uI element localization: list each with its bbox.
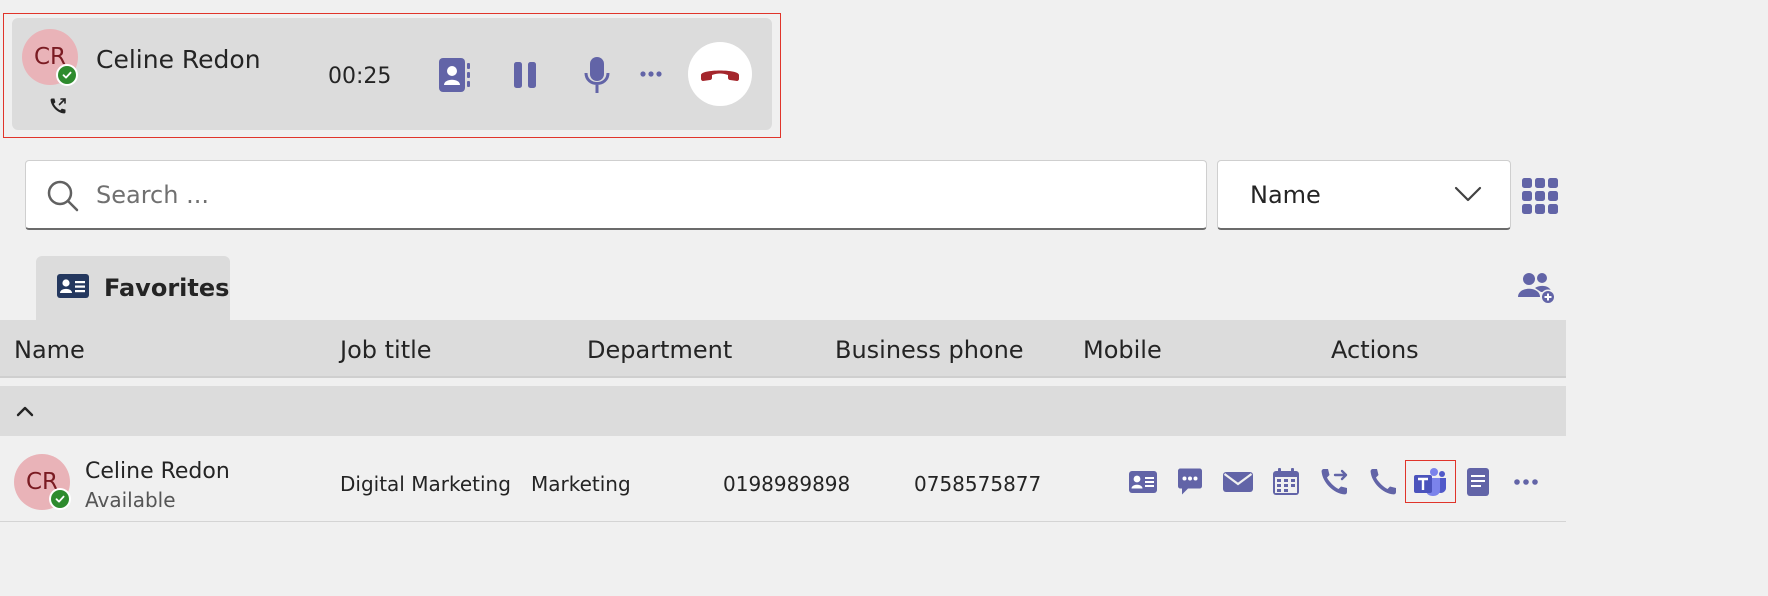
add-people-icon xyxy=(1518,273,1556,305)
email-button[interactable] xyxy=(1220,464,1256,500)
grid-icon xyxy=(1522,178,1558,214)
column-header-mobile[interactable]: Mobile xyxy=(1083,336,1162,364)
contact-job-title: Digital Marketing xyxy=(340,472,511,496)
contact-department: Marketing xyxy=(531,472,631,496)
more-icon xyxy=(640,71,662,77)
view-contact-card-button[interactable] xyxy=(1125,464,1161,500)
contact-business-phone[interactable]: 0198989898 xyxy=(723,472,850,496)
teams-button-highlight xyxy=(1405,460,1456,503)
schedule-meeting-button[interactable] xyxy=(1268,464,1304,500)
mute-button[interactable] xyxy=(578,54,616,96)
sort-selected-value: Name xyxy=(1250,181,1321,209)
microphone-icon xyxy=(584,57,610,93)
search-input[interactable] xyxy=(96,175,1176,215)
row-more-options-button[interactable] xyxy=(1508,464,1544,500)
transfer-call-icon xyxy=(1321,469,1348,495)
call-button[interactable] xyxy=(1364,464,1400,500)
contact-card-button[interactable] xyxy=(436,56,474,94)
presence-available-icon xyxy=(49,488,71,510)
chat-icon xyxy=(1178,468,1202,495)
active-call-panel: CR Celine Redon 00:25 xyxy=(12,18,772,130)
collapse-group-button[interactable] xyxy=(14,400,36,422)
caller-name: Celine Redon xyxy=(96,45,261,74)
column-header-business-phone[interactable]: Business phone xyxy=(835,336,1024,364)
notes-icon xyxy=(1467,468,1489,496)
call-forwarded-icon xyxy=(48,96,68,120)
group-header-row xyxy=(0,386,1566,436)
tab-favorites-label: Favorites xyxy=(104,274,230,302)
call-timer: 00:25 xyxy=(328,64,392,89)
transfer-call-button[interactable] xyxy=(1316,464,1352,500)
column-header-job-title[interactable]: Job title xyxy=(340,336,432,364)
contact-mobile[interactable]: 0758575877 xyxy=(914,472,1041,496)
add-contact-button[interactable] xyxy=(1517,270,1557,306)
contact-name: Celine Redon xyxy=(85,459,230,484)
search-box[interactable] xyxy=(25,160,1207,230)
grid-view-button[interactable] xyxy=(1521,177,1559,215)
call-icon xyxy=(1370,469,1396,495)
hang-up-icon xyxy=(701,70,739,81)
table-header: Name Job title Department Business phone… xyxy=(0,320,1566,378)
search-icon xyxy=(46,179,80,217)
presence-available-icon xyxy=(56,64,78,86)
chat-button[interactable] xyxy=(1172,464,1208,500)
column-header-department[interactable]: Department xyxy=(587,336,732,364)
tab-favorites[interactable]: Favorites xyxy=(36,256,230,320)
notes-button[interactable] xyxy=(1460,464,1496,500)
chevron-down-icon xyxy=(1454,185,1482,207)
column-header-actions: Actions xyxy=(1331,336,1419,364)
mail-icon xyxy=(1223,472,1253,492)
hold-button[interactable] xyxy=(506,56,544,94)
contact-card-icon xyxy=(1129,471,1157,493)
chevron-up-icon xyxy=(16,406,34,417)
table-row[interactable]: CR Celine Redon Available Digital Market… xyxy=(0,436,1566,522)
more-icon xyxy=(1514,479,1538,485)
contact-card-icon xyxy=(56,273,90,303)
calendar-icon xyxy=(1273,468,1299,495)
sort-by-select[interactable]: Name xyxy=(1217,160,1511,230)
contact-status: Available xyxy=(85,488,176,512)
column-header-name[interactable]: Name xyxy=(14,336,85,364)
contact-book-icon xyxy=(439,58,470,92)
end-call-button[interactable] xyxy=(688,42,752,106)
call-more-options-button[interactable] xyxy=(636,64,666,84)
pause-icon xyxy=(514,62,536,88)
